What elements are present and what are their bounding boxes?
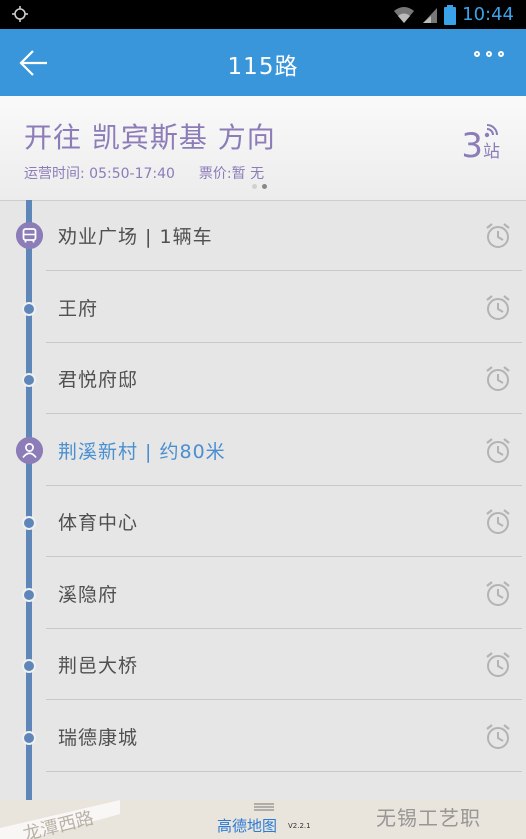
stops-unit: 站 [483, 142, 500, 162]
station-name: 荆溪新村 | 约80米 [58, 440, 226, 463]
clock-time: 10:44 [462, 4, 514, 25]
station-row[interactable]: 荆邑大桥 [0, 629, 526, 700]
alarm-clock-icon[interactable] [484, 437, 512, 465]
station-name: 瑞德康城 [58, 726, 139, 749]
signal-icon [423, 7, 438, 23]
page-dot-active [262, 184, 267, 189]
alarm-clock-icon[interactable] [484, 651, 512, 679]
realtime-signal-icon [484, 124, 498, 138]
row-divider [46, 770, 522, 772]
route-header[interactable]: 开往 凯宾斯基 方向 运营时间: 05:50-17:40 票价:暂 无 3站 [0, 96, 526, 201]
more-options-button[interactable] [474, 51, 504, 57]
alarm-clock-icon[interactable] [484, 580, 512, 608]
wifi-icon [394, 6, 415, 23]
alarm-clock-icon[interactable] [484, 222, 512, 250]
station-name: 劝业广场 | 1辆车 [58, 226, 213, 248]
station-name: 荆邑大桥 [58, 655, 139, 677]
station-row[interactable]: 荆溪新村 | 约80米 [0, 415, 526, 486]
status-icons: 10:44 [392, 0, 514, 29]
battery-icon [444, 4, 457, 25]
stop-dot [22, 373, 36, 387]
stop-dot [22, 516, 36, 530]
status-bar: 10:44 [0, 0, 526, 29]
stop-dot [22, 587, 36, 602]
operating-hours: 运营时间: 05:50-17:40 [24, 166, 175, 182]
station-row[interactable]: 瑞德康城 [0, 701, 526, 772]
gps-icon [12, 6, 28, 22]
fare-info: 票价:暂 无 [198, 166, 265, 182]
map-brand-logo: 高德地图 [217, 817, 278, 835]
station-row[interactable]: 君悦府邸 [0, 343, 526, 414]
station-row[interactable]: 体育中心 [0, 486, 526, 557]
stop-dot [22, 730, 36, 745]
station-name: 王府 [58, 297, 99, 320]
route-direction: 开往 凯宾斯基 方向 [24, 121, 276, 154]
alarm-clock-icon[interactable] [484, 508, 512, 536]
station-row[interactable]: 溪隐府 [0, 558, 526, 629]
more-dot-icon [486, 51, 492, 57]
station-name: 溪隐府 [58, 583, 119, 606]
alarm-clock-icon[interactable] [484, 294, 512, 322]
stops-count: 3 [461, 126, 483, 166]
page-indicator [252, 184, 267, 189]
route-info: 运营时间: 05:50-17:40 票价:暂 无 [24, 163, 264, 183]
app-frame: 10:44 115路 开往 凯宾斯基 方向 运营时间: 05:50-17:40 票… [0, 0, 526, 839]
more-dot-icon [474, 51, 480, 57]
station-name: 体育中心 [58, 512, 139, 534]
station-row[interactable]: 王府 [0, 272, 526, 343]
stop-dot [22, 301, 36, 316]
station-name: 君悦府邸 [58, 369, 139, 391]
alarm-clock-icon[interactable] [484, 365, 512, 393]
alarm-clock-icon[interactable] [484, 723, 512, 751]
station-list: 劝业广场 | 1辆车 王府君悦府邸荆溪新村 | 约80米 体育中心溪隐府荆邑大桥瑞德… [0, 200, 526, 800]
drag-handle-icon[interactable] [254, 803, 274, 811]
page-dot [252, 184, 257, 189]
map-preview[interactable]: 龙潭西路 无锡工艺职 高德地图 V2.2.1 [0, 800, 526, 839]
more-dot-icon [498, 51, 504, 57]
stop-dot [22, 659, 36, 673]
page-title: 115路 [227, 54, 299, 80]
user-location-icon [16, 436, 43, 464]
app-bar: 115路 [0, 29, 526, 96]
map-poi-label: 无锡工艺职 [376, 806, 481, 830]
bus-icon [16, 222, 43, 249]
map-version: V2.2.1 [288, 822, 311, 830]
station-row[interactable]: 劝业广场 | 1辆车 [0, 200, 526, 271]
